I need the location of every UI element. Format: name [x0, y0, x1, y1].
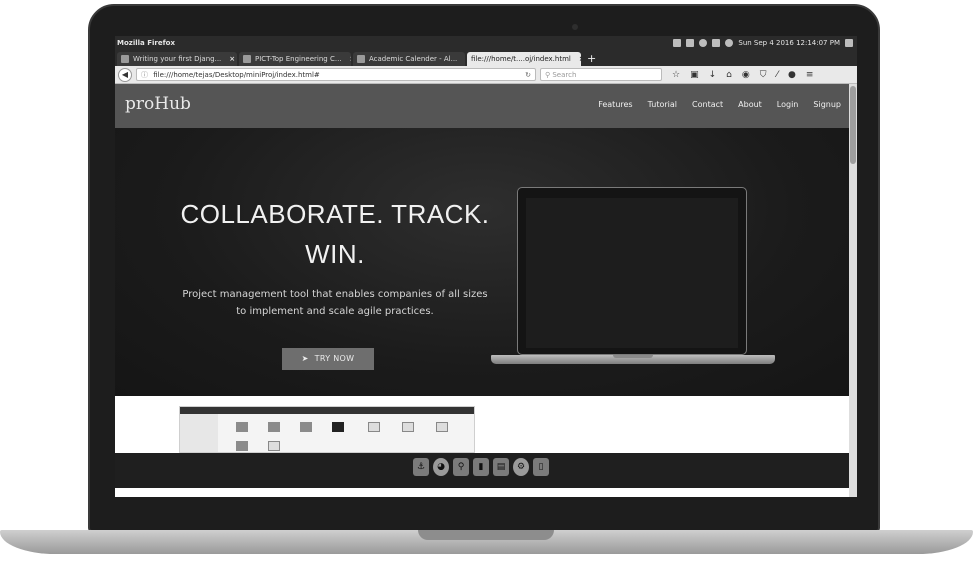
- nav-about[interactable]: About: [738, 100, 762, 109]
- file-icon: [402, 422, 414, 432]
- file-icon: [268, 441, 280, 451]
- nav-login[interactable]: Login: [777, 100, 799, 109]
- url-bar[interactable]: ⓘ file:///home/tejas/Desktop/miniProj/in…: [136, 68, 536, 81]
- search-input[interactable]: ⚲ Search: [540, 68, 662, 81]
- file-manager-screenshot: [179, 406, 475, 453]
- folder-icon: [236, 441, 248, 451]
- search-placeholder: Search: [552, 71, 577, 79]
- close-icon[interactable]: ×: [229, 55, 235, 63]
- tab-django[interactable]: Writing your first Djang... ×: [117, 52, 237, 66]
- page-bottom: [115, 488, 857, 497]
- power-icon[interactable]: [845, 39, 853, 47]
- file-manager-titlebar: [180, 407, 474, 414]
- text-editor-icon[interactable]: ▤: [493, 458, 509, 476]
- file-icon: [332, 422, 344, 432]
- hero-subtitle: Project management tool that enables com…: [175, 286, 495, 320]
- nav-contact[interactable]: Contact: [692, 100, 723, 109]
- hero-heading-line2: WIN.: [305, 239, 365, 269]
- nav-links: Features Tutorial Contact About Login Si…: [598, 100, 841, 109]
- network-icon[interactable]: [673, 39, 682, 47]
- keyboard-icon[interactable]: [686, 39, 695, 47]
- hero-subtitle-line1: Project management tool that enables com…: [182, 289, 488, 300]
- battery-icon[interactable]: [712, 39, 721, 47]
- file-icon: [368, 422, 380, 432]
- screen: Mozilla Firefox Sun Sep 4 2016 12:14:07 …: [115, 36, 857, 497]
- menu-icon[interactable]: ≡: [806, 70, 814, 80]
- folder-icon: [300, 422, 312, 432]
- try-now-label: TRY NOW: [314, 354, 355, 363]
- web-page: proHub Features Tutorial Contact About L…: [115, 84, 857, 497]
- star-icon[interactable]: ☆: [672, 70, 680, 80]
- try-now-button[interactable]: ➤ TRY NOW: [282, 348, 374, 370]
- wand-icon[interactable]: ⁄: [776, 70, 778, 80]
- site-navbar: proHub Features Tutorial Contact About L…: [115, 84, 849, 128]
- nav-tutorial[interactable]: Tutorial: [648, 100, 677, 109]
- tab-label: file:///home/t....oj/index.html: [471, 55, 571, 63]
- folder-icon: [236, 422, 248, 432]
- home-icon[interactable]: ⌂: [726, 70, 732, 80]
- reload-icon[interactable]: ↻: [525, 69, 531, 81]
- back-arrow-icon[interactable]: ◀: [118, 67, 132, 82]
- scrollbar[interactable]: [849, 84, 857, 497]
- firefox-icon[interactable]: ◕: [433, 458, 449, 476]
- tab-pict[interactable]: PICT-Top Engineering C... ×: [239, 52, 351, 66]
- system-tray: Sun Sep 4 2016 12:14:07 PM: [673, 36, 853, 50]
- brand-logo[interactable]: proHub: [125, 94, 191, 114]
- browser-toolbar: ◀ ⓘ file:///home/tejas/Desktop/miniProj/…: [115, 66, 857, 84]
- tab-index-active[interactable]: file:///home/t....oj/index.html ×: [467, 52, 581, 66]
- laptop-illustration: [517, 187, 747, 355]
- scrollbar-thumb[interactable]: [850, 86, 856, 164]
- new-tab-icon[interactable]: +: [583, 52, 600, 66]
- account-icon[interactable]: ●: [788, 70, 796, 80]
- close-icon[interactable]: ×: [579, 55, 581, 63]
- file-icon: [436, 422, 448, 432]
- close-icon[interactable]: ×: [350, 55, 351, 63]
- hero-section: COLLABORATE. TRACK. WIN. Project managem…: [115, 128, 849, 396]
- screenshot-section: [115, 396, 849, 453]
- info-icon[interactable]: ⓘ: [141, 71, 148, 79]
- clock[interactable]: Sun Sep 4 2016 12:14:07 PM: [738, 36, 840, 50]
- laptop-illustration-screen: [526, 198, 738, 348]
- settings-icon[interactable]: ⚙: [513, 458, 529, 476]
- nav-signup[interactable]: Signup: [813, 100, 841, 109]
- clipboard-icon[interactable]: ▣: [690, 70, 699, 80]
- tab-label: Academic Calender - Al...: [369, 55, 458, 63]
- hero-subtitle-line2: to implement and scale agile practices.: [236, 306, 434, 317]
- url-text: file:///home/tejas/Desktop/miniProj/inde…: [153, 71, 320, 79]
- search-icon[interactable]: ⚲: [453, 458, 469, 476]
- camera-icon: [572, 24, 578, 30]
- tab-academic-calender[interactable]: Academic Calender - Al... ×: [353, 52, 465, 66]
- nav-features[interactable]: Features: [598, 100, 632, 109]
- file-manager-sidebar: [180, 414, 218, 452]
- tab-label: Writing your first Djang...: [133, 55, 222, 63]
- os-top-bar: Mozilla Firefox Sun Sep 4 2016 12:14:07 …: [115, 36, 857, 50]
- hero-heading: COLLABORATE. TRACK. WIN.: [175, 194, 495, 274]
- arrow-right-icon: ➤: [301, 354, 309, 363]
- site-favicon-icon: [357, 55, 365, 63]
- laptop-illustration-notch: [613, 355, 653, 358]
- tab-label: PICT-Top Engineering C...: [255, 55, 342, 63]
- folder-icon: [268, 422, 280, 432]
- download-icon[interactable]: ↓: [709, 70, 717, 80]
- terminal-icon[interactable]: ▮: [473, 458, 489, 476]
- toolbar-icons: ☆ ▣ ↓ ⌂ ◉ ⛉ ⁄ ● ≡: [672, 70, 813, 80]
- shield-icon[interactable]: ⛉: [760, 70, 767, 80]
- tab-strip: Writing your first Djang... × PICT-Top E…: [115, 50, 857, 66]
- pocket-icon[interactable]: ◉: [742, 70, 750, 80]
- speaker-favicon-icon: [121, 55, 129, 63]
- hero-heading-line1: COLLABORATE. TRACK.: [180, 199, 490, 229]
- dropbox-icon[interactable]: [699, 39, 708, 47]
- anchor-icon[interactable]: ⚓: [413, 458, 429, 476]
- laptop-notch: [418, 530, 554, 540]
- dock-area: ⚓ ◕ ⚲ ▮ ▤ ⚙ ▯: [115, 453, 857, 488]
- volume-icon[interactable]: [725, 39, 734, 47]
- app-title: Mozilla Firefox: [117, 39, 175, 47]
- site-favicon-icon: [243, 55, 251, 63]
- dock: ⚓ ◕ ⚲ ▮ ▤ ⚙ ▯: [413, 458, 549, 476]
- trash-icon[interactable]: ▯: [533, 458, 549, 476]
